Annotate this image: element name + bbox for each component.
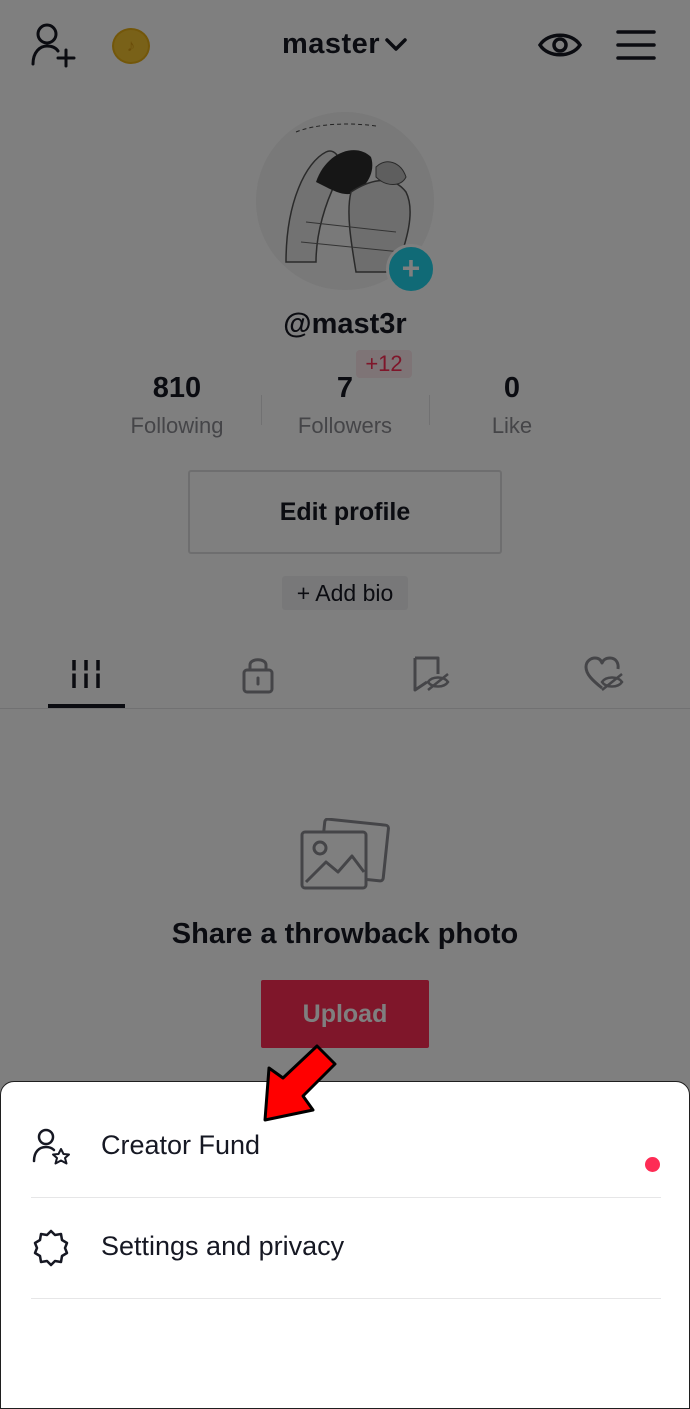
notification-dot xyxy=(645,1157,660,1172)
settings-label: Settings and privacy xyxy=(101,1231,345,1261)
sheet-divider xyxy=(31,1298,661,1299)
sheet-item-creator-fund[interactable]: Creator Fund xyxy=(1,1097,690,1197)
person-star-icon xyxy=(32,1128,70,1165)
sheet-item-settings[interactable]: Settings and privacy xyxy=(1,1198,690,1298)
gear-icon xyxy=(33,1229,69,1267)
bottom-sheet: Creator Fund Settings and privacy xyxy=(0,1081,690,1409)
creator-fund-label: Creator Fund xyxy=(101,1130,261,1160)
annotation-arrow-icon xyxy=(263,1044,337,1122)
